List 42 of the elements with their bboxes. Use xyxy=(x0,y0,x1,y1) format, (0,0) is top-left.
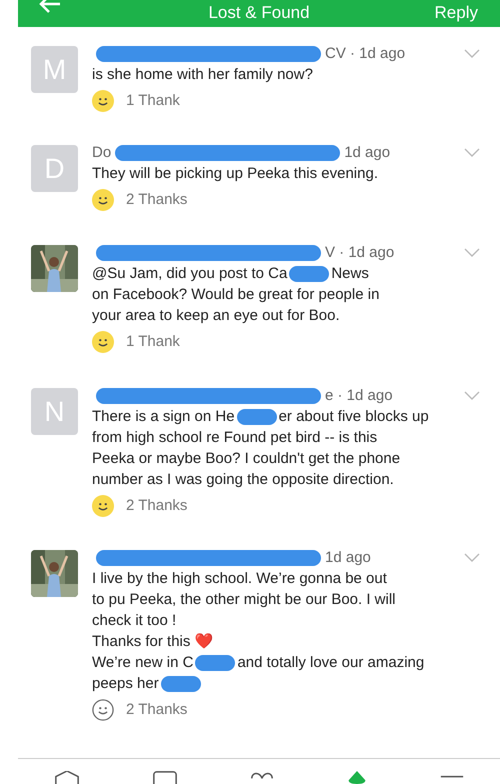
smiley-icon[interactable] xyxy=(92,90,114,112)
comment-text: Thanks for this ❤ xyxy=(92,632,214,652)
comment-text: er about five blocks up xyxy=(278,407,429,427)
redaction-mark xyxy=(236,408,277,424)
smiley-icon[interactable] xyxy=(92,495,114,517)
smiley-icon[interactable] xyxy=(92,699,114,721)
comment-text: @Su Jam, did you post to Ca xyxy=(92,264,288,284)
comment-text: on Facebook? Would be great for people in xyxy=(92,285,380,305)
thanks-count: 1 Thank xyxy=(126,332,180,352)
comment-text: News xyxy=(331,264,369,284)
post-time: 1d ago xyxy=(344,143,390,163)
comment-text: your area to keep an eye out for Boo. xyxy=(92,306,340,326)
smiley-icon[interactable] xyxy=(92,331,114,353)
post-time: V · 1d ago xyxy=(325,243,394,263)
page-title: Lost & Found xyxy=(208,3,310,23)
post-time: e · 1d ago xyxy=(325,386,393,406)
comment-text: There is a sign on He xyxy=(92,407,235,427)
redaction-mark xyxy=(160,676,201,692)
comment-text: I live by the high school. We’re gonna be out xyxy=(92,569,387,589)
comment-text: Peeka or maybe Boo? I couldn't get the phone xyxy=(92,449,400,469)
smiley-icon[interactable] xyxy=(92,189,114,211)
comment-text: is she home with her family now? xyxy=(92,65,313,85)
author-name: Do xyxy=(92,143,112,163)
back-arrow-icon[interactable] xyxy=(38,0,62,14)
comment-text: We’re new in C xyxy=(92,653,194,673)
post-time: CV · 1d ago xyxy=(325,44,406,64)
thanks-count: 2 Thanks xyxy=(126,190,188,210)
comment-text: and totally love our amazing xyxy=(237,653,424,673)
redaction-mark xyxy=(195,654,236,670)
post-time: 1d ago xyxy=(325,548,371,568)
chat-icon[interactable] xyxy=(151,771,180,784)
comment-text: from high school re Found pet bird -- is this xyxy=(92,428,378,448)
thanks-count: 1 Thank xyxy=(126,91,180,111)
comment-text: peeps her xyxy=(92,674,159,694)
comment-text: to pu Peeka, the other might be our Boo. I will xyxy=(92,590,396,610)
reply-button[interactable]: Reply xyxy=(434,3,478,23)
redaction-mark xyxy=(289,266,330,282)
thanks-count: 2 Thanks xyxy=(126,700,188,720)
comment-text: number as I was going the opposite direction. xyxy=(92,470,394,490)
comment-text: They will be picking up Peeka this evening. xyxy=(92,164,378,184)
comment-text: check it too ! xyxy=(92,611,176,631)
thanks-count: 2 Thanks xyxy=(126,496,188,516)
